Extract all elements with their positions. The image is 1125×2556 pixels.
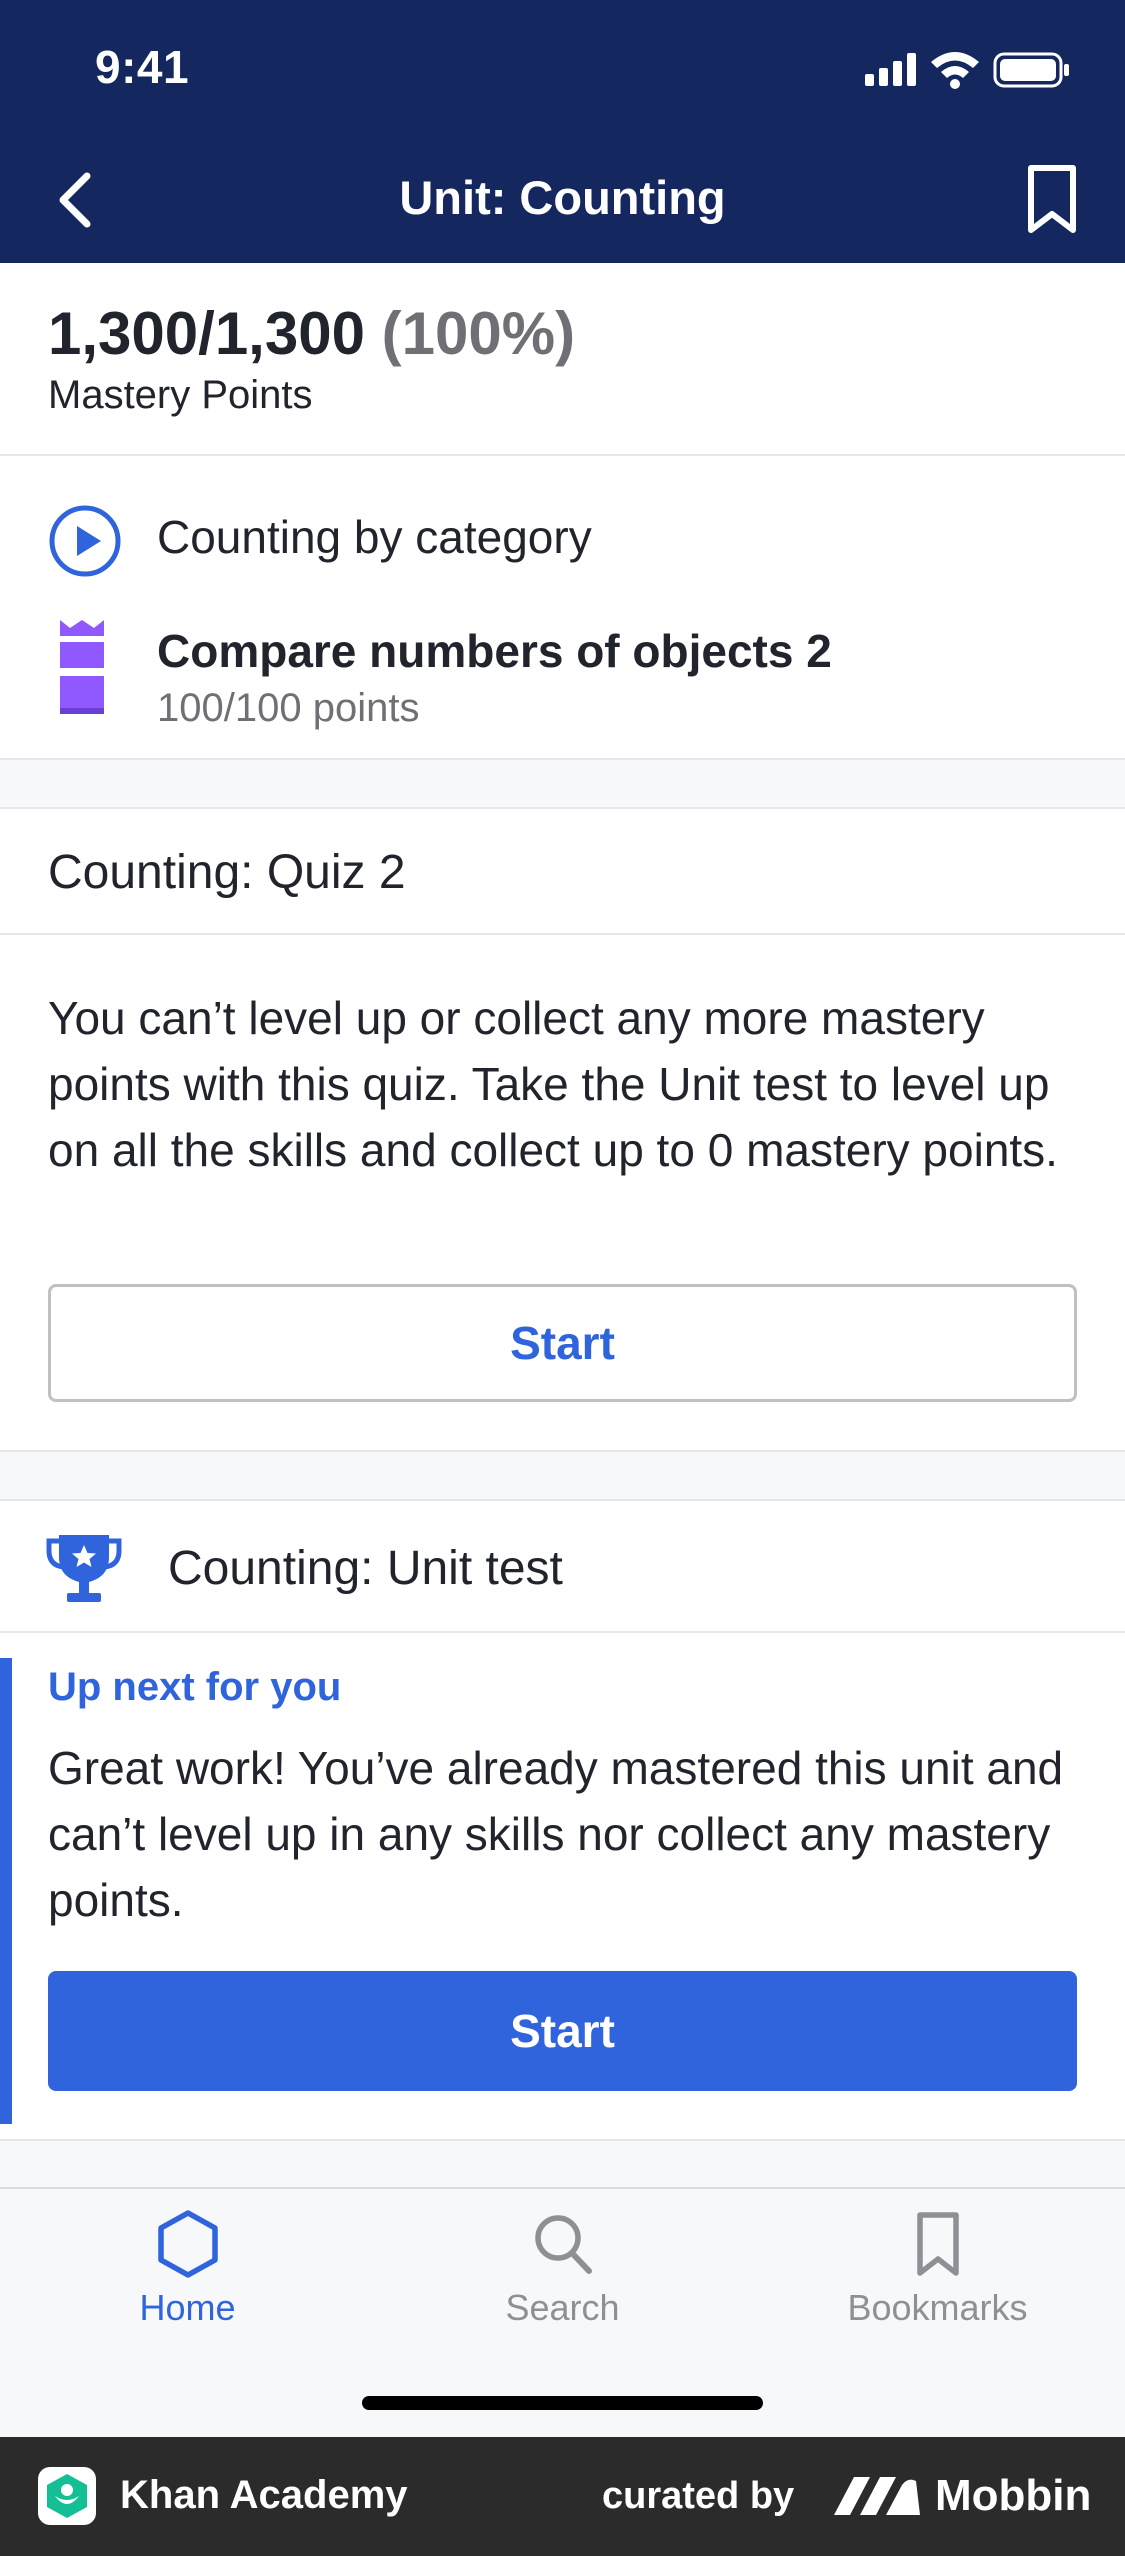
curated-by-label: curated by [602, 2475, 795, 2517]
mastered-skill-icon [60, 620, 104, 714]
quiz-start-button[interactable]: Start [48, 1284, 1077, 1402]
section-divider [0, 1450, 1125, 1501]
mobbin-logo-icon [834, 2477, 920, 2515]
exercise-points: 100/100 points [157, 686, 420, 730]
mastery-value: 1,300/1,300 (100%) [48, 299, 575, 368]
attribution-footer: Khan Academy curated by Mobbin [0, 2437, 1125, 2556]
video-title: Counting by category [157, 511, 592, 563]
page-title: Unit: Counting [399, 171, 726, 224]
bookmark-icon [1028, 165, 1076, 233]
status-bar: 9:41 [0, 0, 1125, 140]
quiz-message: You can’t level up or collect any more m… [48, 992, 1058, 1176]
video-item[interactable]: Counting by category [0, 492, 1125, 588]
home-indicator [362, 2396, 763, 2410]
tab-search-label: Search [505, 2287, 620, 2328]
tab-search[interactable]: Search [375, 2189, 750, 2349]
section-divider [0, 2139, 1125, 2187]
skills-list: Counting by category Compare numbers of … [0, 456, 1125, 758]
tab-bookmarks-label: Bookmarks [847, 2287, 1028, 2328]
mastery-summary: 1,300/1,300 (100%) Mastery Points [0, 263, 1125, 456]
up-next-card: Up next for you Great work! You’ve alrea… [0, 1633, 1125, 2139]
tab-home[interactable]: Home [0, 2189, 375, 2349]
tab-home-label: Home [139, 2287, 236, 2328]
signal-wifi-battery-icon [865, 52, 1069, 89]
play-circle-icon [49, 505, 121, 577]
mobbin-brand: Mobbin [935, 2471, 1092, 2520]
quiz-title: Counting: Quiz 2 [48, 846, 406, 899]
mastery-percent: (100%) [381, 300, 576, 367]
up-next-message: Great work! You’ve already mastered this… [48, 1742, 1064, 1926]
status-time: 9:41 [95, 41, 190, 93]
app-header: 9:41 Unit: Counting [0, 0, 1125, 263]
mastery-label: Mastery Points [48, 373, 313, 417]
mastery-points: 1,300/1,300 [48, 300, 365, 367]
quiz-header[interactable]: Counting: Quiz 2 [0, 807, 1125, 935]
exercise-title: Compare numbers of objects 2 [157, 625, 832, 677]
up-next-label: Up next for you [48, 1665, 342, 1709]
trophy-icon [46, 1535, 122, 1602]
nav-bar: Unit: Counting [0, 140, 1125, 263]
app-name: Khan Academy [120, 2473, 408, 2517]
status-icons [865, 44, 1125, 94]
up-next-accent [0, 1658, 12, 2124]
bookmark-icon [916, 2212, 959, 2276]
exercise-item[interactable]: Compare numbers of objects 2 100/100 poi… [0, 618, 1125, 738]
section-divider [0, 758, 1125, 809]
home-hexagon-icon [157, 2210, 218, 2278]
unit-test-header[interactable]: Counting: Unit test [0, 1501, 1125, 1633]
search-icon [534, 2215, 592, 2274]
tab-bookmarks[interactable]: Bookmarks [750, 2189, 1125, 2349]
unit-test-title: Counting: Unit test [168, 1542, 563, 1595]
khan-academy-logo-icon [38, 2467, 96, 2525]
bookmark-button[interactable] [1017, 150, 1087, 250]
unit-test-start-button[interactable]: Start [48, 1971, 1077, 2091]
